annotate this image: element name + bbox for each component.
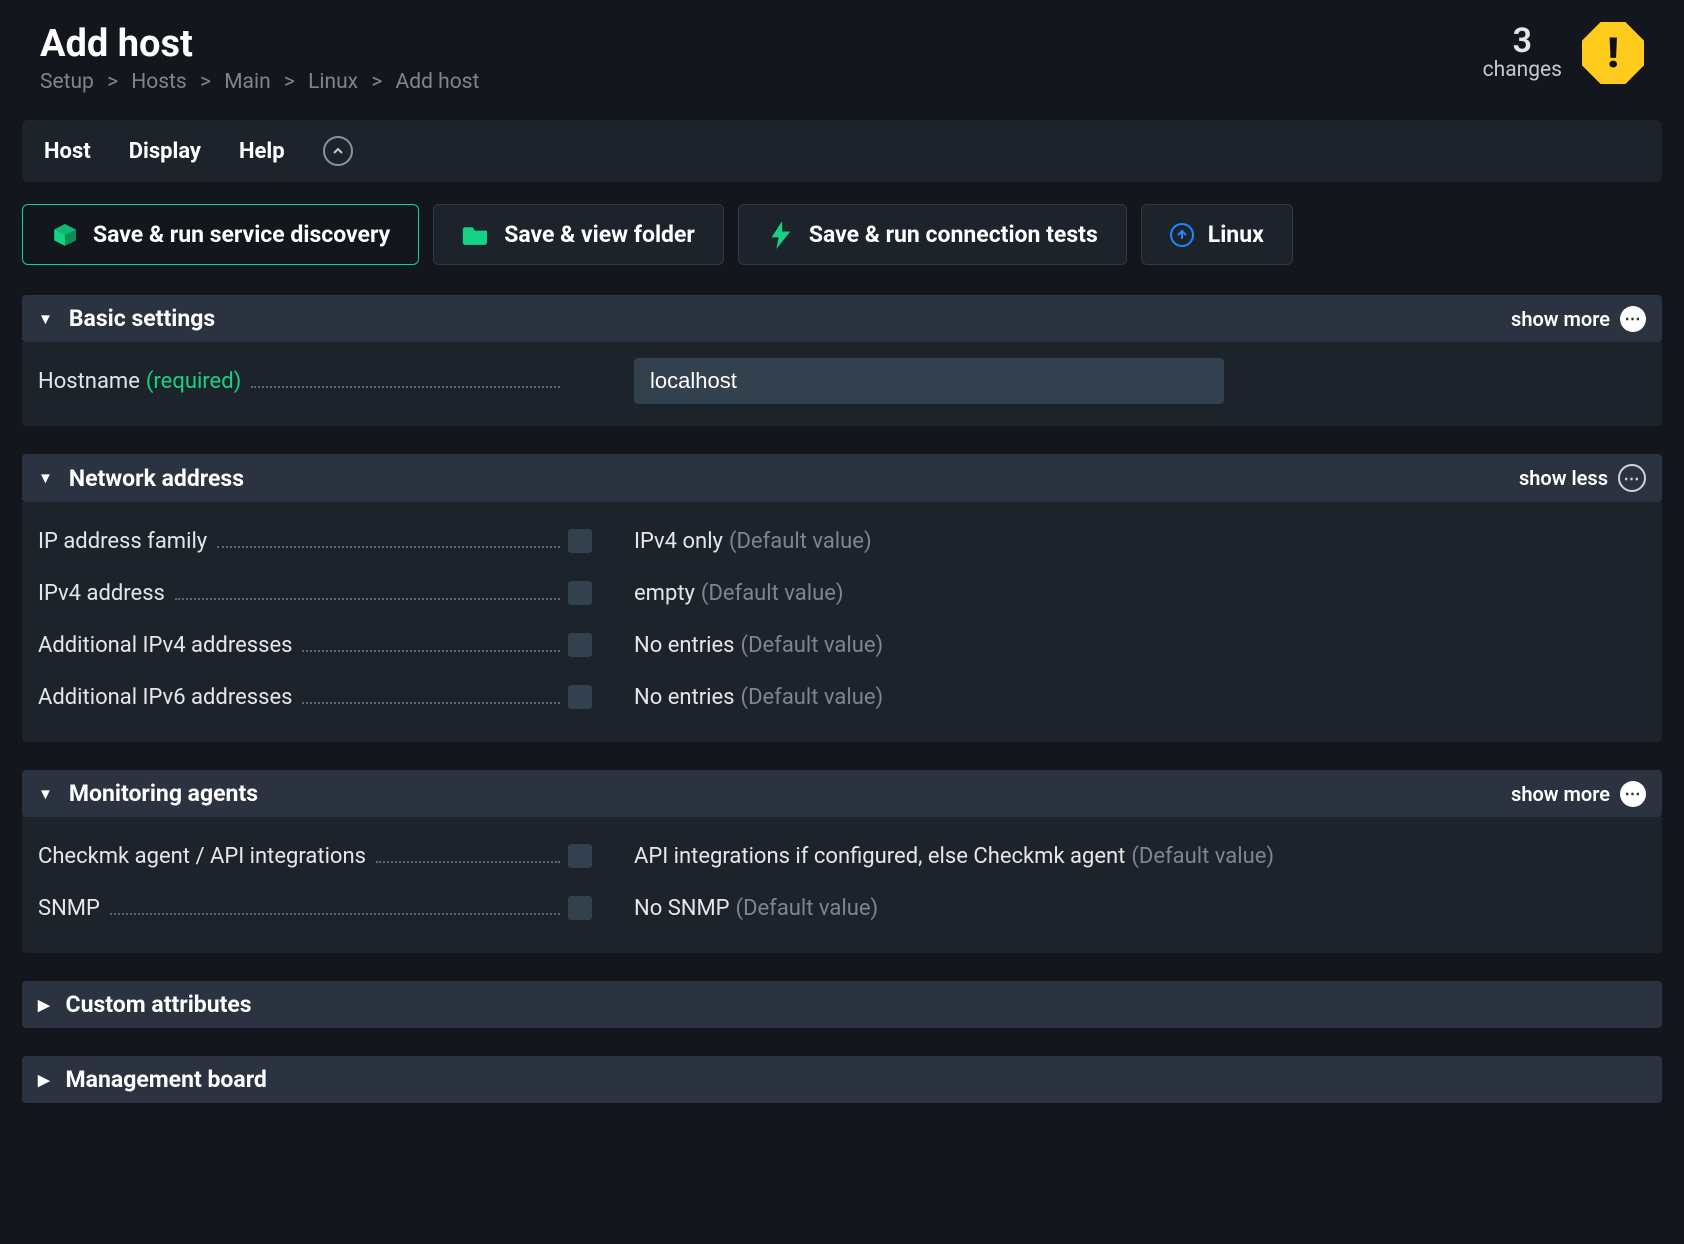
page-title: Add host <box>40 22 479 66</box>
section-management-board: ▶ Management board <box>22 1056 1662 1103</box>
default-tag: (Default value) <box>741 685 884 710</box>
dotted-leader <box>302 686 560 704</box>
section-title: Network address <box>69 465 244 492</box>
changes-count: 3 <box>1483 24 1562 58</box>
required-tag: (required) <box>146 369 241 394</box>
default-tag: (Default value) <box>1131 844 1274 869</box>
toggle-label: show less <box>1519 466 1608 490</box>
section-header[interactable]: ▼ Basic settings show more ⋯ <box>22 295 1662 342</box>
chevron-right-icon: ▶ <box>38 1071 50 1089</box>
dotted-leader <box>110 897 560 915</box>
field-value: No SNMP <box>634 896 730 921</box>
breadcrumb-item[interactable]: Linux <box>308 70 358 94</box>
breadcrumb: Setup > Hosts > Main > Linux > Add host <box>40 70 479 94</box>
section-title: Management board <box>66 1066 267 1093</box>
toggle-label: show more <box>1511 307 1610 331</box>
default-tag: (Default value) <box>736 896 879 921</box>
chevron-down-icon: ▼ <box>38 785 53 803</box>
dotted-leader <box>376 845 560 863</box>
section-header[interactable]: ▼ Network address show less ⋯ <box>22 454 1662 502</box>
toolbar: Save & run service discovery Save & view… <box>0 182 1684 275</box>
field-label: IPv4 address <box>38 581 165 606</box>
button-label: Save & run service discovery <box>93 221 390 248</box>
save-run-discovery-button[interactable]: Save & run service discovery <box>22 204 419 265</box>
section-header[interactable]: ▶ Custom attributes <box>22 981 1662 1028</box>
field-value: empty <box>634 581 695 606</box>
field-value: IPv4 only <box>634 529 723 554</box>
breadcrumb-sep: > <box>284 70 295 94</box>
field-label: SNMP <box>38 896 100 921</box>
section-custom-attributes: ▶ Custom attributes <box>22 981 1662 1028</box>
section-title: Monitoring agents <box>69 780 258 807</box>
section-monitoring-agents: ▼ Monitoring agents show more ⋯ Checkmk … <box>22 770 1662 953</box>
arrow-up-circle-icon <box>1170 223 1194 247</box>
breadcrumb-item[interactable]: Hosts <box>131 70 187 94</box>
section-title: Basic settings <box>69 305 215 332</box>
breadcrumb-item[interactable]: Main <box>224 70 270 94</box>
menu-help[interactable]: Help <box>239 139 285 164</box>
cube-icon <box>51 223 79 247</box>
section-header[interactable]: ▶ Management board <box>22 1056 1662 1103</box>
override-checkbox[interactable] <box>568 896 592 920</box>
dotted-leader <box>251 370 560 388</box>
pending-changes[interactable]: 3 changes <box>1483 24 1562 82</box>
bolt-icon <box>767 223 795 247</box>
parent-folder-button[interactable]: Linux <box>1141 204 1293 265</box>
save-run-connection-tests-button[interactable]: Save & run connection tests <box>738 204 1127 265</box>
field-value: No entries <box>634 685 735 710</box>
override-checkbox[interactable] <box>568 633 592 657</box>
folder-icon <box>462 223 490 247</box>
button-label: Save & view folder <box>504 221 695 248</box>
menubar: Host Display Help <box>22 120 1662 182</box>
field-label: Additional IPv4 addresses <box>38 633 292 658</box>
field-label: Checkmk agent / API integrations <box>38 844 366 869</box>
override-checkbox[interactable] <box>568 581 592 605</box>
button-label: Save & run connection tests <box>809 221 1098 248</box>
dotted-leader <box>175 582 560 600</box>
section-title: Custom attributes <box>66 991 252 1018</box>
section-network-address: ▼ Network address show less ⋯ IP address… <box>22 454 1662 742</box>
default-tag: (Default value) <box>729 529 872 554</box>
section-basic-settings: ▼ Basic settings show more ⋯ Hostname (r… <box>22 295 1662 426</box>
changes-label: changes <box>1483 58 1562 82</box>
field-label: Additional IPv6 addresses <box>38 685 292 710</box>
section-header[interactable]: ▼ Monitoring agents show more ⋯ <box>22 770 1662 817</box>
dots-icon: ⋯ <box>1620 306 1646 332</box>
default-tag: (Default value) <box>741 633 884 658</box>
hostname-input[interactable] <box>634 358 1224 404</box>
chevron-right-icon: ▶ <box>38 996 50 1014</box>
chevron-down-icon: ▼ <box>38 310 53 328</box>
button-label: Linux <box>1208 221 1264 248</box>
show-more-toggle[interactable]: show more ⋯ <box>1511 781 1646 807</box>
field-label: IP address family <box>38 529 207 554</box>
override-checkbox[interactable] <box>568 529 592 553</box>
collapse-menubar-icon[interactable] <box>323 136 353 166</box>
menu-display[interactable]: Display <box>129 139 201 164</box>
save-view-folder-button[interactable]: Save & view folder <box>433 204 724 265</box>
chevron-down-icon: ▼ <box>38 469 53 487</box>
dots-icon: ⋯ <box>1618 464 1646 492</box>
show-less-toggle[interactable]: show less ⋯ <box>1519 464 1646 492</box>
override-checkbox[interactable] <box>568 844 592 868</box>
breadcrumb-item: Add host <box>396 70 480 94</box>
field-label: Hostname <box>38 369 140 394</box>
warning-icon[interactable]: ! <box>1582 22 1644 84</box>
toggle-label: show more <box>1511 782 1610 806</box>
show-more-toggle[interactable]: show more ⋯ <box>1511 306 1646 332</box>
field-value: No entries <box>634 633 735 658</box>
dotted-leader <box>302 634 560 652</box>
field-value: API integrations if configured, else Che… <box>634 844 1125 869</box>
breadcrumb-sep: > <box>371 70 382 94</box>
breadcrumb-item[interactable]: Setup <box>40 70 94 94</box>
menu-host[interactable]: Host <box>44 139 91 164</box>
override-checkbox[interactable] <box>568 685 592 709</box>
dots-icon: ⋯ <box>1620 781 1646 807</box>
default-tag: (Default value) <box>701 581 844 606</box>
dotted-leader <box>217 530 560 548</box>
breadcrumb-sep: > <box>200 70 211 94</box>
breadcrumb-sep: > <box>107 70 118 94</box>
exclamation-icon: ! <box>1607 29 1619 78</box>
